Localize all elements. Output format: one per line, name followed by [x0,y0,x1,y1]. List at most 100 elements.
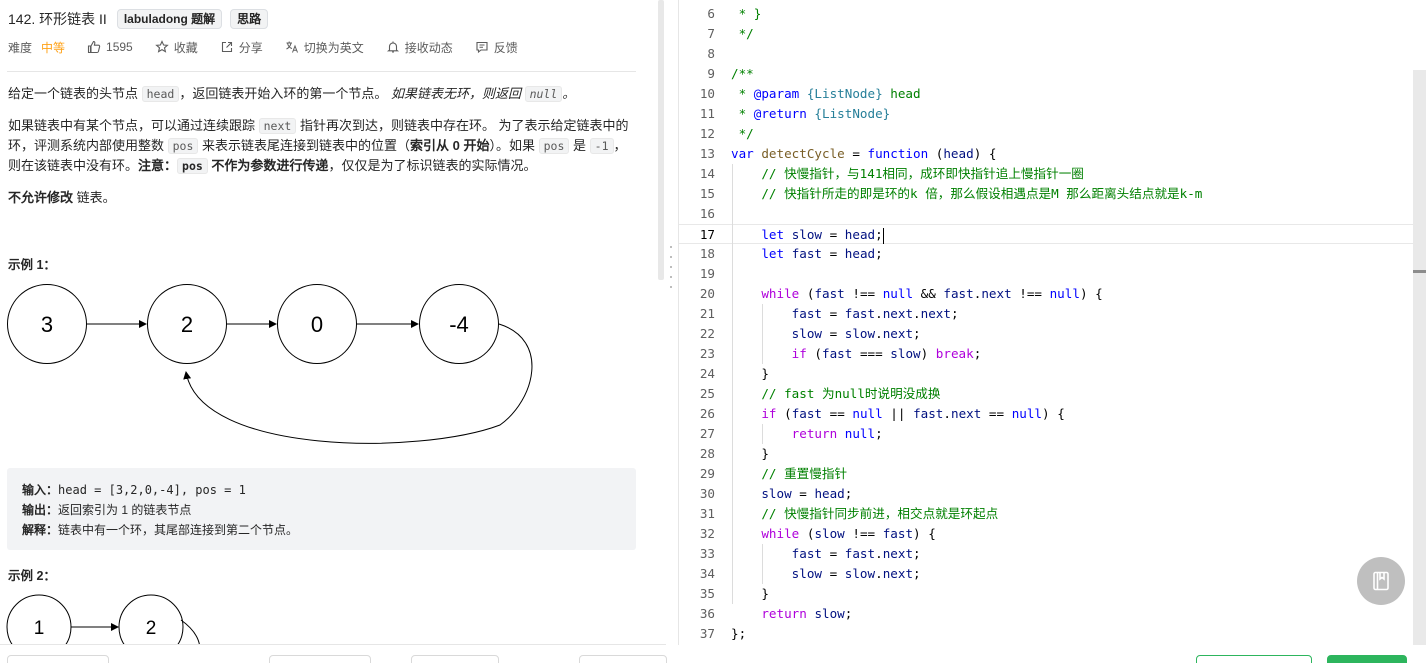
tag-hint[interactable]: 思路 [230,9,269,29]
code-text[interactable]: return slow; [731,604,852,624]
notify-button[interactable]: 接收动态 [386,39,453,56]
like-button[interactable]: 1595 [87,40,133,54]
description-paragraph-2: 如果链表中有某个节点，可以通过连续跟踪 next 指针再次到达，则链表中存在环。… [8,118,629,174]
code-line[interactable]: 30 slow = head; [679,484,1426,504]
favorite-button[interactable]: 收藏 [154,39,198,56]
run-code-button[interactable] [1196,655,1312,663]
code-line[interactable]: 33 fast = fast.next; [679,544,1426,564]
code-text[interactable]: slow = slow.next; [731,564,921,584]
code-text[interactable]: var detectCycle = function (head) { [731,144,996,164]
code-line[interactable]: 16 [679,204,1426,224]
bottom-action-button[interactable] [7,655,109,663]
code-text[interactable]: * } [731,4,762,24]
translate-icon [286,41,298,53]
code-text[interactable]: while (fast !== null && fast.next !== nu… [731,284,1102,304]
code-line[interactable]: 24 } [679,364,1426,384]
code-text[interactable]: // fast 为null时说明没成换 [731,384,940,404]
code-text[interactable]: } [731,584,769,604]
code-line[interactable]: 29 // 重置慢指针 [679,464,1426,484]
panel-resize-handle[interactable] [670,246,673,292]
code-line[interactable]: 15 // 快指针所走的即是环的k 倍，那么假设相遇点是M 那么距离头结点就是k… [679,184,1426,204]
code-text[interactable]: slow = head; [731,484,852,504]
line-number: 20 [699,286,715,301]
line-number: 18 [699,246,715,261]
code-line[interactable]: 21 fast = fast.next.next; [679,304,1426,324]
code-text[interactable]: if (fast == null || fast.next == null) { [731,404,1064,424]
switch-language-button[interactable]: 切换为英文 [285,39,364,56]
code-line[interactable]: 8 [679,44,1426,64]
code-text[interactable]: */ [731,124,754,144]
code-line[interactable]: 37}; [679,624,1426,644]
code-line[interactable]: 36 return slow; [679,604,1426,624]
code-text[interactable]: while (slow !== fast) { [731,524,935,544]
line-number: 27 [699,426,715,441]
code-text[interactable]: let slow = head; [731,225,884,245]
cycle-edge-arrow [180,619,201,645]
share-button[interactable]: 分享 [220,39,263,56]
code-line[interactable]: 35 } [679,584,1426,604]
code-text[interactable]: fast = fast.next; [731,544,921,564]
code-text[interactable]: }; [731,624,746,644]
tag-labuladong[interactable]: labuladong 题解 [116,9,223,29]
panel-bottom-border [0,644,666,645]
code-line[interactable]: 6 * } [679,4,1426,24]
code-line[interactable]: 11 * @return {ListNode} [679,104,1426,124]
code-text[interactable]: slow = slow.next; [731,324,921,344]
line-number: 30 [699,486,715,501]
node-label: 1 [34,618,45,639]
submit-button[interactable] [1327,655,1407,663]
code-line[interactable]: 7 */ [679,24,1426,44]
code-line[interactable]: 26 if (fast == null || fast.next == null… [679,404,1426,424]
code-line[interactable]: 25 // fast 为null时说明没成换 [679,384,1426,404]
line-number: 32 [699,526,715,541]
code-line[interactable]: 12 */ [679,124,1426,144]
code-text[interactable]: fast = fast.next.next; [731,304,959,324]
code-text[interactable]: // 快慢指针，与141相同，成环即快指针追上慢指针一圈 [731,164,1084,184]
code-line[interactable]: 20 while (fast !== null && fast.next !==… [679,284,1426,304]
code-line[interactable]: 28 } [679,444,1426,464]
code-text[interactable]: /** [731,64,754,84]
code-text[interactable]: // 快指针所走的即是环的k 倍，那么假设相遇点是M 那么距离头结点就是k-m [731,184,1202,204]
code-text[interactable]: return null; [731,424,883,444]
code-editor[interactable]: 6 * } 7 */8 9/** 10 * @param {ListNode} hea… [678,0,1426,645]
bottom-action-button[interactable] [411,655,499,663]
example-1-diagram: 3 2 0 -4 [7,284,533,444]
code-line[interactable]: 27 return null; [679,424,1426,444]
line-number: 35 [699,586,715,601]
code-text[interactable]: * @return {ListNode} [731,104,891,124]
code-text[interactable]: } [731,364,769,384]
left-panel-scrollbar[interactable] [658,0,664,280]
line-number: 34 [699,566,715,581]
code-line[interactable]: 34 slow = slow.next; [679,564,1426,584]
example-1-input: 输入：head = [3,2,0,-4], pos = 1 [22,483,246,497]
code-line[interactable]: 31 // 快慢指针同步前进，相交点就是环起点 [679,504,1426,524]
description-paragraph-1: 给定一个链表的头节点 head ，返回链表开始入环的第一个节点。 如果链表无环，则… [8,86,576,102]
switch-language-label: 切换为英文 [303,40,364,55]
code-text[interactable]: * @param {ListNode} head [731,84,921,104]
code-text[interactable]: // 重置慢指针 [731,464,847,484]
code-text[interactable]: } [731,444,769,464]
editor-scrollbar[interactable] [1413,70,1426,645]
notify-label: 接收动态 [404,40,453,55]
code-line[interactable]: 9 /** [679,64,1426,84]
code-text[interactable]: let fast = head; [731,244,882,264]
code-line[interactable]: 17 let slow = head; [679,224,1426,244]
code-text[interactable]: if (fast === slow) break; [731,344,982,364]
code-line[interactable]: 14 // 快慢指针，与141相同，成环即快指针追上慢指针一圈 [679,164,1426,184]
like-count: 1595 [106,40,133,54]
code-text[interactable]: // 快慢指针同步前进，相交点就是环起点 [731,504,998,524]
floating-notebook-button[interactable] [1357,557,1405,605]
code-line[interactable]: 18 let fast = head; [679,244,1426,264]
code-line[interactable]: 19 [679,264,1426,284]
feedback-button[interactable]: 反馈 [475,39,518,56]
code-line[interactable]: 13 var detectCycle = function (head) { [679,144,1426,164]
code-line[interactable]: 10 * @param {ListNode} head [679,84,1426,104]
bottom-action-button[interactable] [579,655,667,663]
code-line[interactable]: 23 if (fast === slow) break; [679,344,1426,364]
feedback-icon [476,41,488,54]
code-text[interactable]: */ [731,24,754,44]
code-line[interactable]: 22 slow = slow.next; [679,324,1426,344]
thumbs-up-icon [87,40,101,54]
bottom-action-button[interactable] [269,655,371,663]
code-line[interactable]: 32 while (slow !== fast) { [679,524,1426,544]
